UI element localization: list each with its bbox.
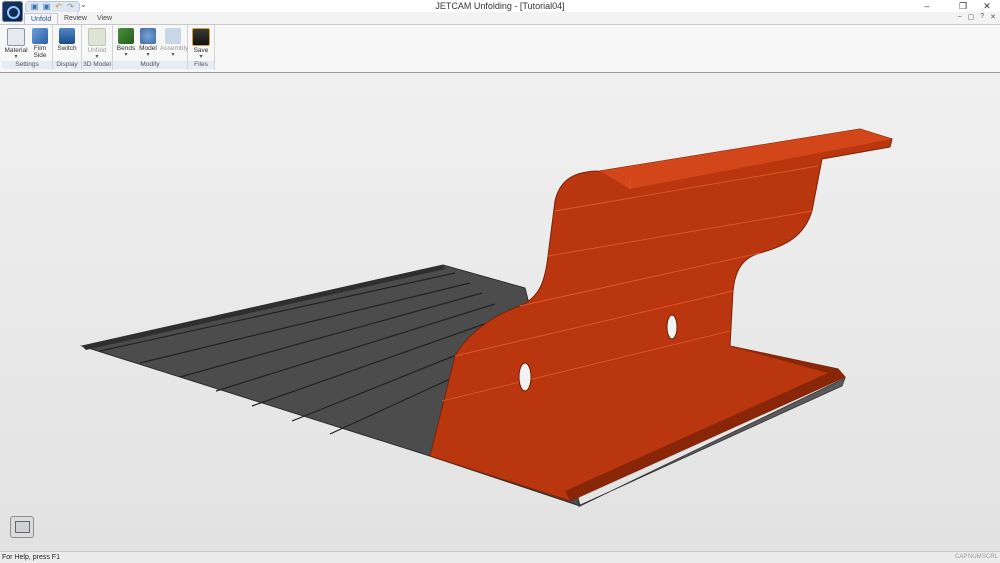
switch-icon bbox=[59, 28, 75, 44]
unfold-button[interactable]: Unfold ▾ bbox=[85, 28, 109, 60]
material-button[interactable]: Material ▾ bbox=[4, 28, 28, 60]
group-label-display: Display bbox=[53, 61, 81, 69]
undo-icon[interactable]: ↶ bbox=[54, 3, 63, 11]
close-button[interactable]: ✕ bbox=[974, 0, 1000, 12]
assembly-button[interactable]: Assembly ▾ bbox=[160, 28, 188, 58]
minimize-button[interactable]: – bbox=[914, 0, 940, 12]
group-display: Switch Display bbox=[53, 25, 82, 70]
caps-indicator: CAP bbox=[955, 554, 968, 560]
switch-button[interactable]: Switch bbox=[55, 28, 79, 52]
model-viewport[interactable] bbox=[0, 72, 1000, 552]
title-bar: JETCAM Unfolding - [Tutorial04] – ❐ ✕ bbox=[0, 0, 1000, 12]
unfold-icon bbox=[88, 28, 106, 46]
ribbon-restore-icon[interactable]: ▢ bbox=[968, 13, 975, 21]
model-icon bbox=[140, 28, 156, 44]
bends-icon bbox=[118, 28, 134, 44]
tab-review[interactable]: Review bbox=[58, 13, 93, 24]
hole-left bbox=[518, 362, 532, 392]
ribbon-minimize-icon[interactable]: – bbox=[958, 13, 962, 21]
help-icon[interactable]: ? bbox=[980, 13, 984, 21]
film-side-button[interactable]: Film Side bbox=[28, 28, 52, 59]
bent-part-body bbox=[429, 128, 893, 502]
bends-button[interactable]: Bends ▾ bbox=[114, 28, 138, 58]
group-label-files: Files bbox=[188, 61, 214, 69]
ribbon-tabstrip bbox=[0, 12, 1000, 24]
save-icon bbox=[192, 28, 210, 46]
ribbon-controls: – ▢ ? ✕ bbox=[958, 13, 996, 21]
group-label-modify: Modify bbox=[113, 61, 187, 69]
assembly-icon bbox=[165, 28, 181, 44]
status-text: For Help, press F1 bbox=[2, 554, 60, 561]
group-label-settings: Settings bbox=[2, 61, 52, 69]
view-toggle-icon bbox=[15, 521, 30, 533]
save-button[interactable]: Save ▾ bbox=[189, 28, 213, 60]
redo-icon[interactable]: ↷ bbox=[66, 3, 75, 11]
group-modify: Bends ▾ Model ▾ Assembly ▾ Modify bbox=[113, 25, 188, 70]
ribbon-close-icon[interactable]: ✕ bbox=[990, 13, 996, 21]
scroll-indicator: SCRL bbox=[982, 554, 999, 560]
num-indicator: NUM bbox=[968, 554, 982, 560]
material-icon bbox=[7, 28, 25, 46]
group-label-3d-model: 3D Model bbox=[82, 61, 112, 69]
group-files: Save ▾ Files bbox=[188, 25, 215, 70]
model-button[interactable]: Model ▾ bbox=[136, 28, 160, 58]
film-side-icon bbox=[32, 28, 48, 44]
restore-button[interactable]: ❐ bbox=[950, 0, 976, 12]
group-settings: Material ▾ Film Side Settings bbox=[2, 25, 53, 70]
new-icon[interactable]: ▣ bbox=[30, 3, 39, 11]
app-logo-icon bbox=[7, 6, 20, 19]
group-3d-model: Unfold ▾ 3D Model bbox=[82, 25, 113, 70]
hole-right bbox=[666, 314, 678, 340]
app-menu-button[interactable] bbox=[2, 1, 23, 22]
window-title: JETCAM Unfolding - [Tutorial04] bbox=[435, 1, 565, 11]
tab-view[interactable]: View bbox=[91, 13, 118, 24]
save-quick-icon[interactable]: ▣ bbox=[42, 3, 51, 11]
qat-customize-icon[interactable]: ⌄ bbox=[80, 0, 87, 9]
view-toggle-button[interactable] bbox=[10, 516, 34, 538]
status-bar: For Help, press F1 CAP NUM SCRL bbox=[0, 551, 1000, 563]
model-render bbox=[80, 128, 893, 507]
